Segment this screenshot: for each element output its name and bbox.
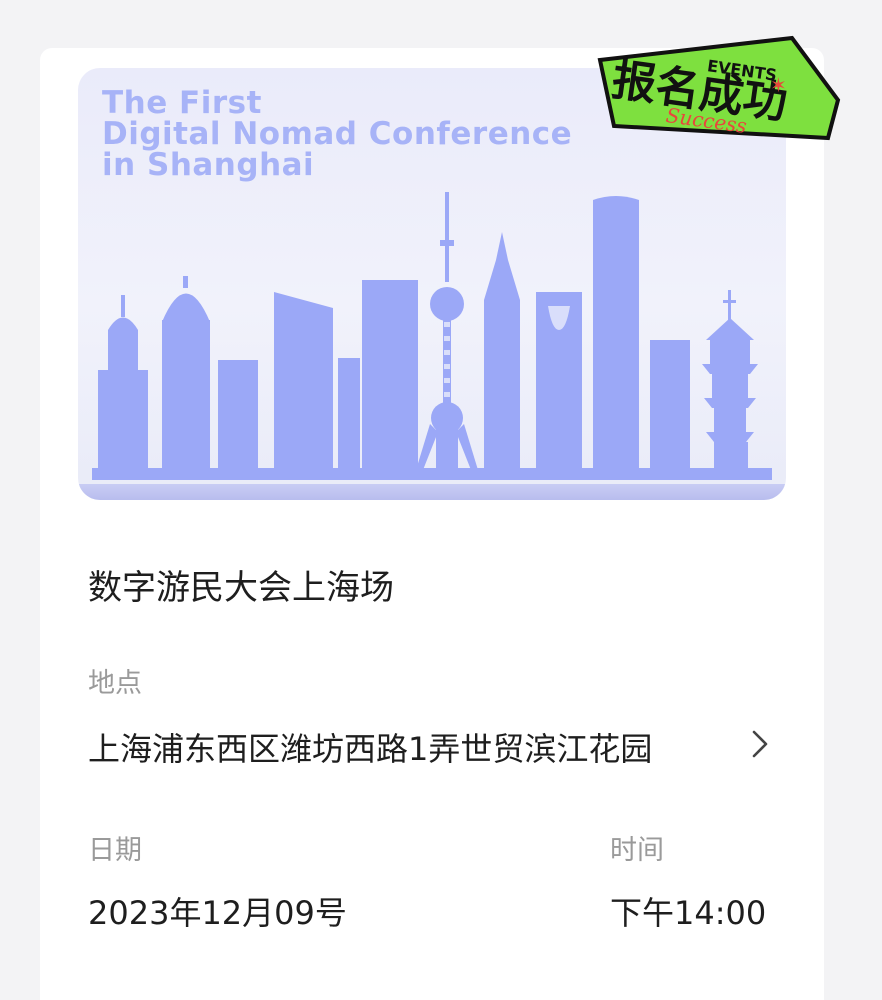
date-value: 2023年12月09号 <box>88 894 347 932</box>
location-value[interactable]: 上海浦东西区潍坊西路1弄世贸滨江花园 <box>88 724 652 770</box>
location-label: 地点 <box>88 668 142 699</box>
time-label: 时间 <box>610 835 664 866</box>
shanghai-skyline-illustration <box>92 192 772 480</box>
chevron-right-icon[interactable] <box>748 726 774 762</box>
banner-title-line-3: in Shanghai <box>102 147 315 183</box>
registration-success-badge: 报名成功 EVENTS Success ✶ <box>597 35 841 141</box>
time-value: 下午14:00 <box>610 894 767 932</box>
date-label: 日期 <box>88 835 142 866</box>
event-title: 数字游民大会上海场 <box>88 568 394 608</box>
sparkle-icon: ✶ <box>770 73 787 97</box>
